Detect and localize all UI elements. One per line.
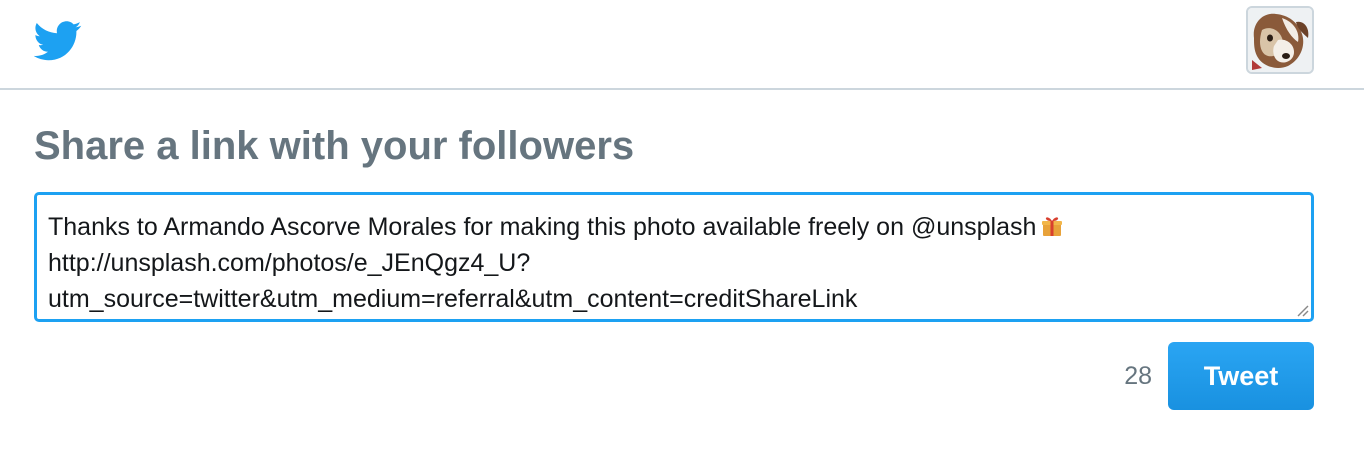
tweet-text[interactable]: Thanks to Armando Ascorve Morales for ma…: [48, 209, 1297, 317]
tweet-text-line-1: Thanks to Armando Ascorve Morales for ma…: [48, 213, 1037, 241]
tweet-text-line-2: http://unsplash.com/photos/e_JEnQgz4_U?: [48, 249, 531, 277]
gift-emoji-icon: [1042, 217, 1063, 236]
tweet-textarea[interactable]: Thanks to Armando Ascorve Morales for ma…: [34, 192, 1314, 322]
twitter-bird-icon[interactable]: [34, 20, 82, 62]
tweet-text-line-3: utm_source=twitter&utm_medium=referral&u…: [48, 285, 858, 313]
top-bar: [0, 0, 1364, 90]
resize-handle-icon[interactable]: [1295, 303, 1309, 317]
character-counter: 28: [1124, 362, 1152, 390]
tweet-button[interactable]: Tweet: [1168, 342, 1314, 410]
dog-avatar-image: [1248, 8, 1312, 72]
user-avatar[interactable]: [1246, 6, 1314, 74]
page-title: Share a link with your followers: [34, 124, 635, 168]
